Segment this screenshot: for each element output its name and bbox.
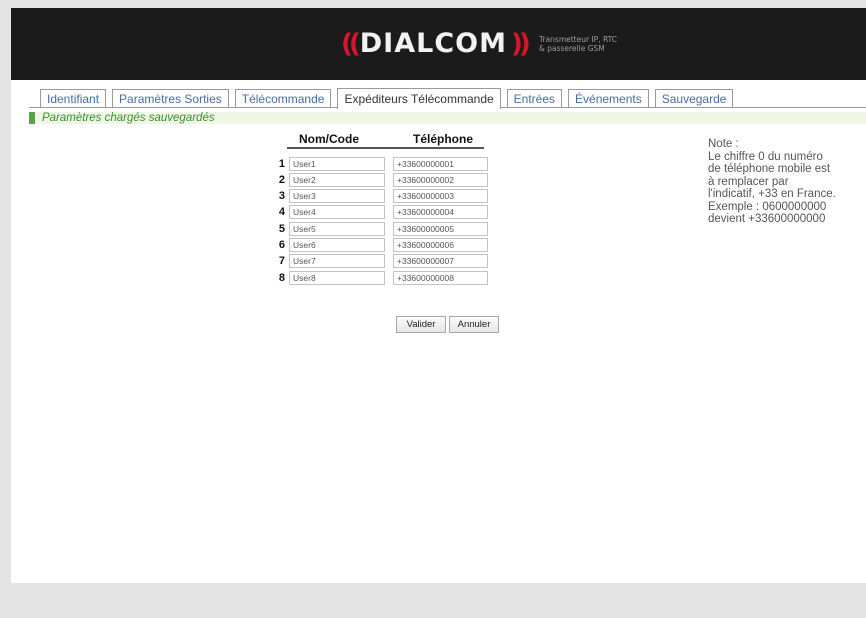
tagline-line2: & passerelle GSM	[539, 44, 605, 53]
tab-identifiant[interactable]: Identifiant	[40, 89, 107, 108]
brand-name: DIALCOM	[359, 28, 507, 59]
table-row: 1 User1 +33600000001	[273, 157, 493, 171]
table-row: 3 User3 +33600000003	[273, 189, 493, 203]
column-header-phone: Téléphone	[413, 132, 474, 146]
dialcom-logo: (( DIALCOM ))	[341, 24, 531, 64]
row-number: 2	[278, 174, 285, 186]
phone-input[interactable]: +33600000003	[393, 189, 488, 203]
phone-input[interactable]: +33600000002	[393, 173, 488, 187]
row-number: 1	[278, 158, 285, 170]
phone-input[interactable]: +33600000006	[393, 238, 488, 252]
name-input[interactable]: User1	[289, 157, 385, 171]
table-row: 4 User4 +33600000004	[273, 205, 493, 219]
table-row: 6 User6 +33600000006	[273, 238, 493, 252]
phone-input[interactable]: +33600000004	[393, 205, 488, 219]
tab-bar: Identifiant Paramètres Sorties Télécomma…	[40, 88, 739, 109]
phone-input[interactable]: +33600000007	[393, 254, 488, 268]
cancel-button[interactable]: Annuler	[449, 316, 499, 333]
row-number: 5	[278, 223, 285, 235]
header-rule	[287, 147, 484, 149]
note-line: l'indicatif, +33 en France.	[708, 188, 836, 200]
row-number: 6	[278, 239, 285, 251]
table-row: 5 User5 +33600000005	[273, 222, 493, 236]
status-message: Paramètres chargés sauvegardés	[29, 112, 866, 124]
name-input[interactable]: User4	[289, 205, 385, 219]
row-number: 8	[278, 272, 285, 284]
name-input[interactable]: User8	[289, 271, 385, 285]
signal-waves-left-icon: ((	[341, 29, 361, 59]
name-input[interactable]: User2	[289, 173, 385, 187]
note-line: devient +33600000000	[708, 213, 826, 225]
row-number: 3	[278, 190, 285, 202]
table-row: 8 User8 +33600000008	[273, 271, 493, 285]
tab-evenements[interactable]: Événements	[568, 89, 649, 108]
validate-button[interactable]: Valider	[396, 316, 446, 333]
app-frame: (( DIALCOM )) Transmetteur IP, RTC & pas…	[11, 8, 866, 583]
tab-parametres-sorties[interactable]: Paramètres Sorties	[112, 89, 229, 108]
tab-telecommande[interactable]: Télécommande	[234, 89, 332, 108]
row-number: 4	[278, 206, 285, 218]
table-row: 7 User7 +33600000007	[273, 254, 493, 268]
name-input[interactable]: User7	[289, 254, 385, 268]
name-input[interactable]: User6	[289, 238, 385, 252]
tab-expediteurs-telecommande[interactable]: Expéditeurs Télécommande	[337, 88, 501, 109]
note-line: à remplacer par	[708, 175, 789, 188]
note-line: Note :	[708, 138, 739, 150]
phone-input[interactable]: +33600000001	[393, 157, 488, 171]
tagline-line1: Transmetteur IP, RTC	[539, 35, 618, 44]
note-line: Exemple : 0600000000	[708, 200, 827, 213]
table-row: 2 User2 +33600000002	[273, 173, 493, 187]
brand-tagline: Transmetteur IP, RTC & passerelle GSM	[539, 35, 659, 53]
row-number: 7	[278, 255, 285, 267]
tab-sauvegarde[interactable]: Sauvegarde	[654, 89, 734, 108]
signal-waves-right-icon: ))	[510, 29, 531, 59]
phone-input[interactable]: +33600000005	[393, 222, 488, 236]
phone-input[interactable]: +33600000008	[393, 271, 488, 285]
name-input[interactable]: User3	[289, 189, 385, 203]
note-panel: Note : Le chiffre 0 du numéro de télépho…	[708, 138, 866, 226]
note-line: de téléphone mobile est	[708, 163, 831, 175]
column-header-name: Nom/Code	[299, 132, 359, 146]
header-banner: (( DIALCOM )) Transmetteur IP, RTC & pas…	[11, 8, 866, 80]
tab-entrees[interactable]: Entrées	[506, 89, 563, 108]
name-input[interactable]: User5	[289, 222, 385, 236]
note-line: Le chiffre 0 du numéro	[708, 150, 823, 163]
